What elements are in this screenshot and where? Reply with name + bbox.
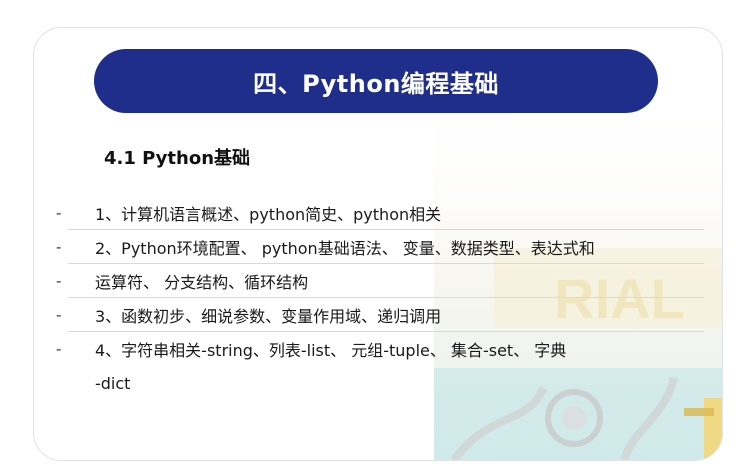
list-item-text: 运算符、 分支结构、循环结构 [95,273,309,292]
list-item: - 4、字符串相关-string、列表-list、 元组-tuple、 集合-s… [34,332,722,366]
bullet-dash: - [56,340,62,358]
list-item: - 3、函数初步、细说参数、变量作用域、递归调用 [34,298,722,332]
list-item-text: 3、函数初步、细说参数、变量作用域、递归调用 [95,307,442,326]
page: RIAL 四、Python编程基础 4.1 Python基础 - 1、计算机语言… [0,0,750,475]
list-item-text: -dict [95,373,131,393]
list-item: - 运算符、 分支结构、循环结构 [34,264,722,298]
title-banner: 四、Python编程基础 [94,49,658,113]
list-item-text: 1、计算机语言概述、python简史、python相关 [95,205,442,224]
bullet-dash: - [56,306,62,324]
page-title: 四、Python编程基础 [253,69,499,98]
list-item: -dict [34,366,722,400]
bullet-dash: - [56,272,62,290]
list-item-text: 2、Python环境配置、 python基础语法、 变量、数据类型、表达式和 [95,239,595,258]
bullet-dash: - [56,238,62,256]
topic-list: - 1、计算机语言概述、python简史、python相关 - 2、Python… [34,196,722,400]
section-heading: 4.1 Python基础 [104,148,251,169]
content-card: RIAL 四、Python编程基础 4.1 Python基础 - 1、计算机语言… [33,27,723,461]
list-item: - 2、Python环境配置、 python基础语法、 变量、数据类型、表达式和 [34,230,722,264]
bullet-dash: - [56,204,62,222]
list-item: - 1、计算机语言概述、python简史、python相关 [34,196,722,230]
list-item-text: 4、字符串相关-string、列表-list、 元组-tuple、 集合-set… [95,341,567,360]
